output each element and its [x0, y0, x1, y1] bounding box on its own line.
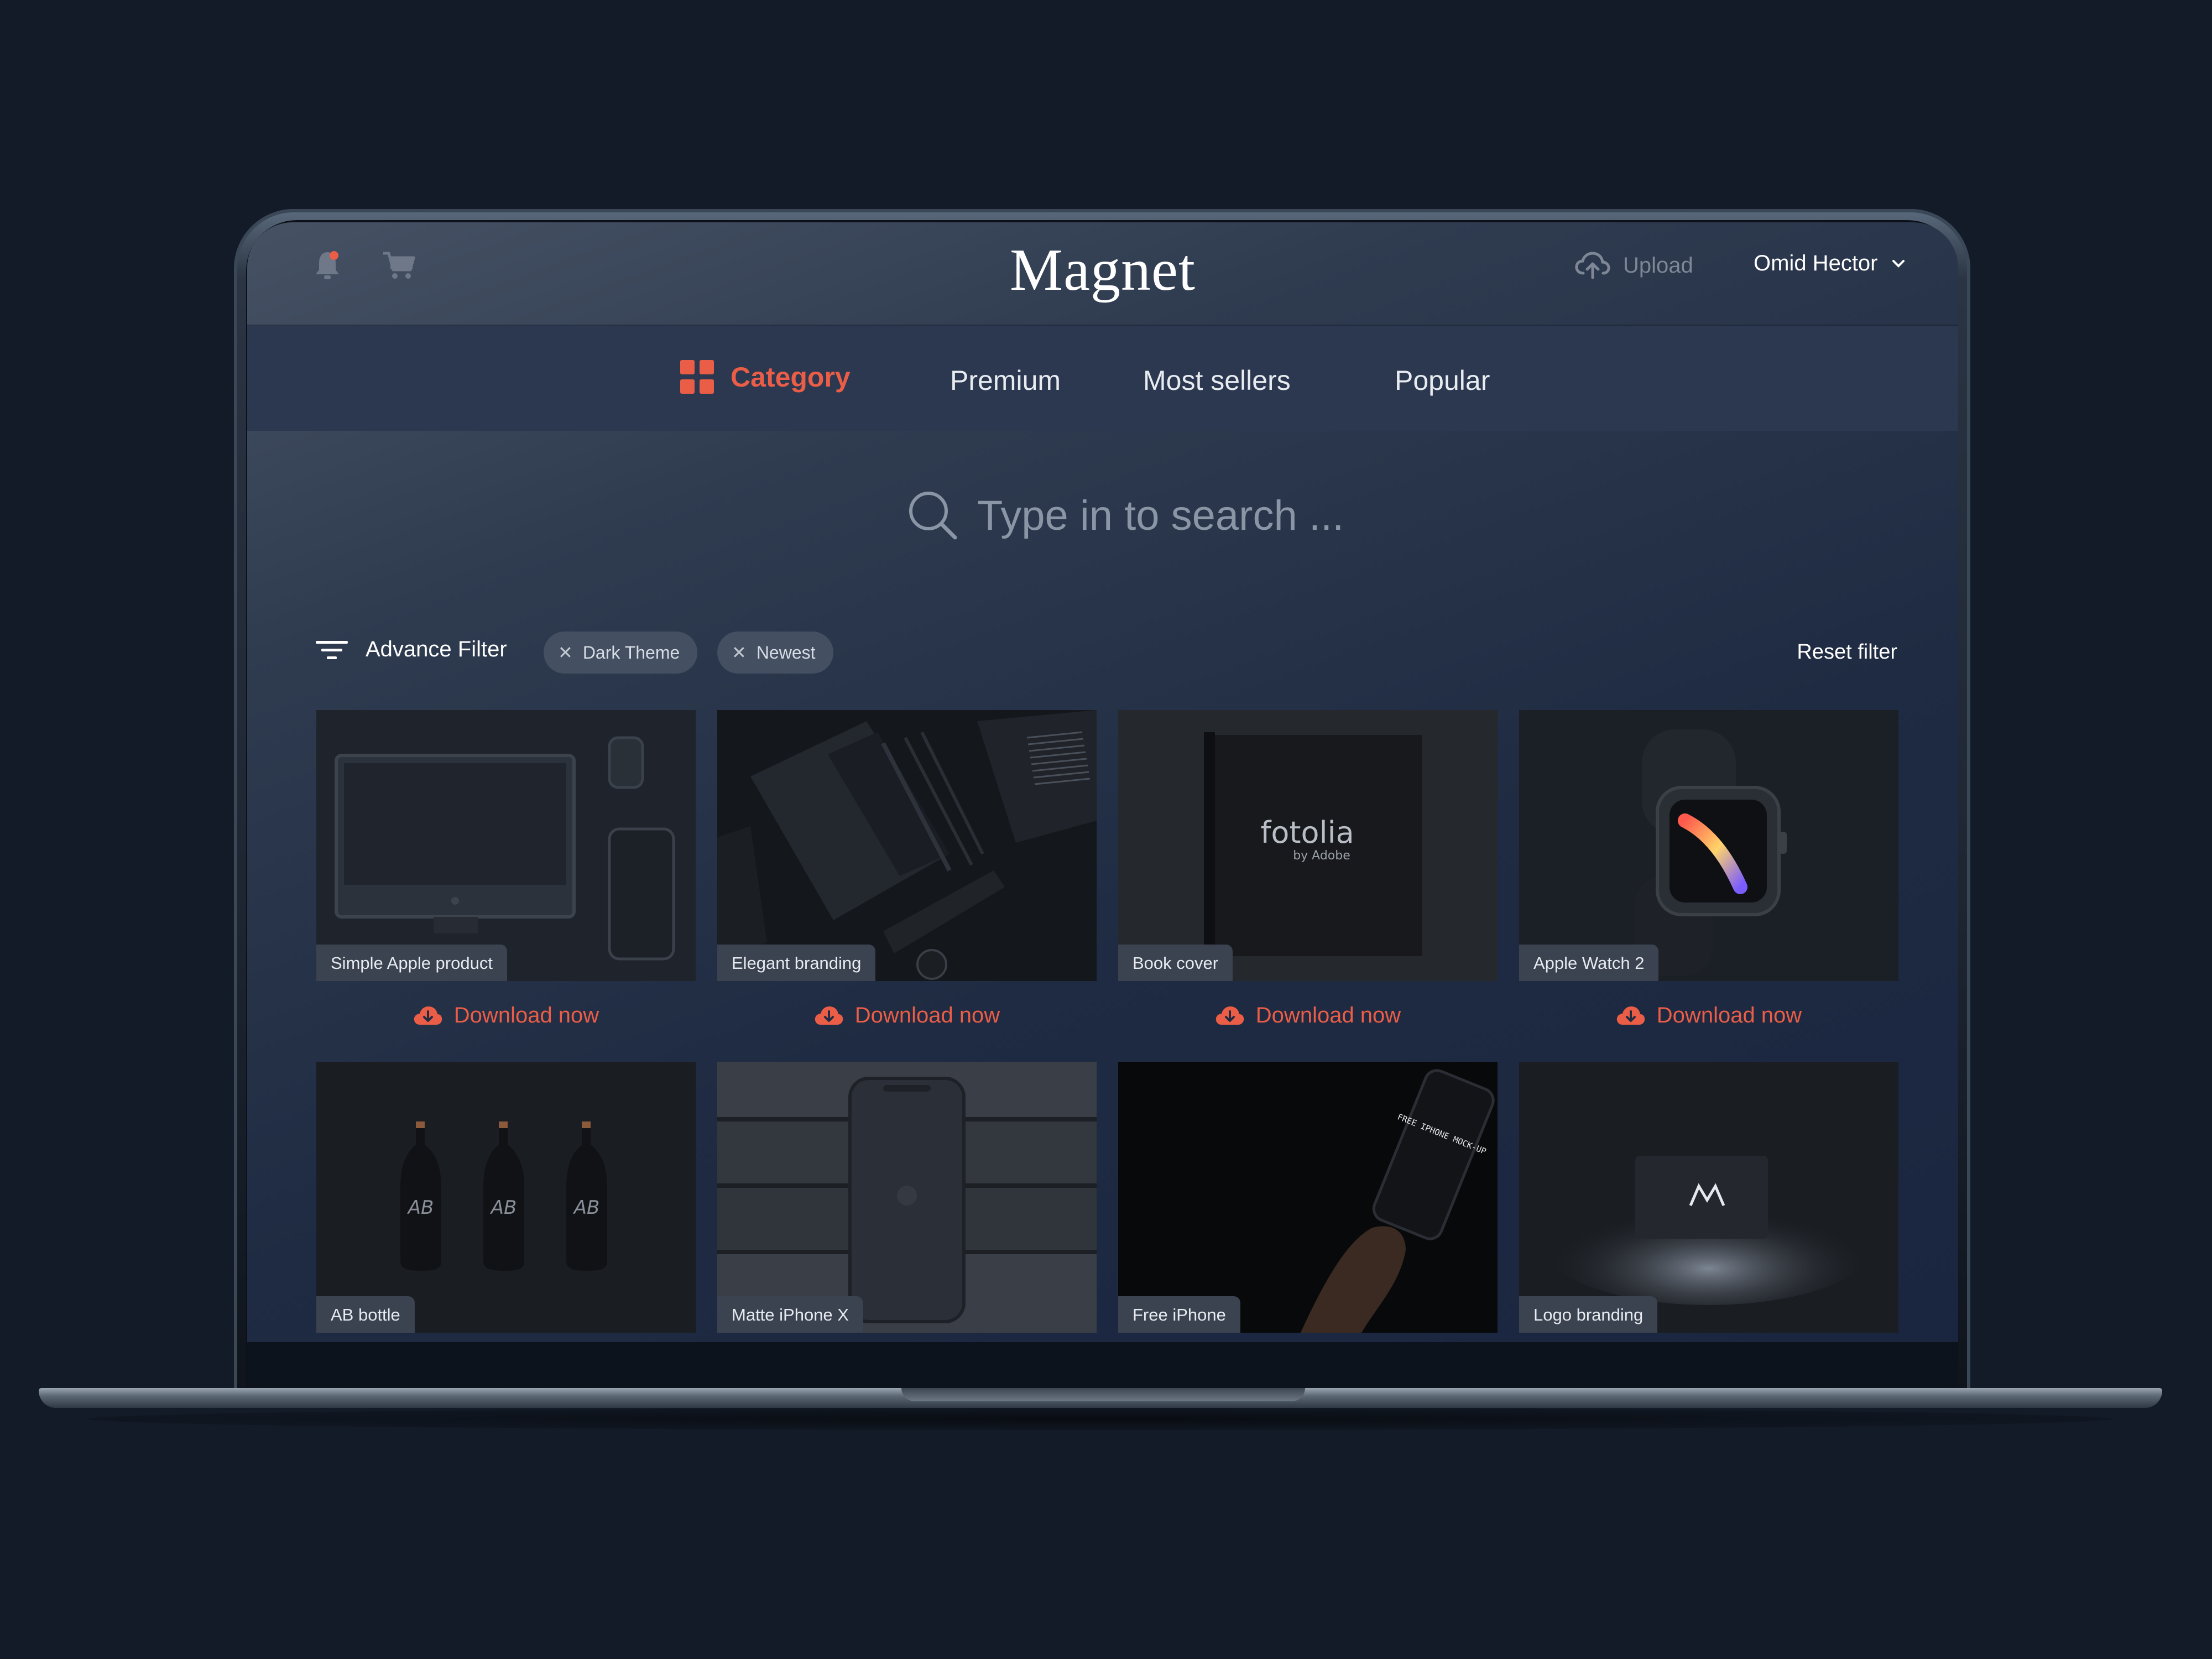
- product-card-book-cover[interactable]: fotolia by Adobe Book cover: [1118, 710, 1498, 981]
- cloud-download-icon: [1616, 1006, 1645, 1025]
- product-card-logo-branding[interactable]: Logo branding: [1519, 1062, 1898, 1333]
- filter-chip-newest[interactable]: ✕ Newest: [717, 632, 833, 674]
- card-label: Book cover: [1118, 945, 1233, 981]
- advance-filter-button[interactable]: Advance Filter: [315, 637, 507, 662]
- card-label: Apple Watch 2: [1519, 945, 1659, 981]
- download-label: Download now: [453, 1003, 599, 1027]
- chip-label: Newest: [756, 642, 816, 662]
- app-screen: Magnet Upload Omid Hector Category Premi…: [247, 222, 1958, 1342]
- product-card-simple-apple[interactable]: Simple Apple product: [316, 710, 696, 981]
- product-thumbnail: AB AB AB: [316, 1062, 696, 1333]
- app-header: Magnet Upload Omid Hector: [247, 222, 1958, 326]
- product-thumbnail: fotolia by Adobe: [1118, 710, 1498, 981]
- upload-button[interactable]: Upload: [1574, 251, 1693, 280]
- search-icon: [909, 492, 957, 540]
- upload-label: Upload: [1623, 253, 1693, 278]
- cloud-download-icon: [815, 1006, 843, 1025]
- filter-chip-dark-theme[interactable]: ✕ Dark Theme: [544, 632, 698, 674]
- product-thumbnail: [316, 710, 696, 981]
- product-card-free-iphone[interactable]: FREE IPHONE MOCK-UP Free iPhone: [1118, 1062, 1498, 1333]
- nav-item-most-sellers[interactable]: Most sellers: [1143, 364, 1291, 397]
- grid-icon: [680, 360, 714, 394]
- nav-item-category[interactable]: Category: [680, 360, 851, 394]
- download-label: Download now: [1656, 1003, 1802, 1027]
- search-bar[interactable]: Type in to search ...: [905, 488, 1344, 543]
- nav-item-label: Category: [731, 361, 851, 393]
- card-label: Elegant branding: [717, 945, 876, 981]
- product-thumbnail: [717, 1062, 1097, 1333]
- product-thumbnail: FREE IPHONE MOCK-UP: [1118, 1062, 1498, 1333]
- product-card-apple-watch[interactable]: Apple Watch 2: [1519, 710, 1898, 981]
- cloud-download-icon: [1215, 1006, 1244, 1025]
- nav-item-popular[interactable]: Popular: [1395, 364, 1490, 397]
- search-input[interactable]: Type in to search ...: [977, 492, 1344, 540]
- download-button-apple-watch[interactable]: Download now: [1519, 1003, 1898, 1028]
- download-label: Download now: [1255, 1003, 1401, 1027]
- product-card-elegant-branding[interactable]: Elegant branding: [717, 710, 1097, 981]
- nav-item-premium[interactable]: Premium: [950, 364, 1061, 397]
- product-card-matte-iphone[interactable]: Matte iPhone X: [717, 1062, 1097, 1333]
- cloud-download-icon: [414, 1006, 442, 1025]
- download-button-book-cover[interactable]: Download now: [1118, 1003, 1498, 1028]
- card-label: Logo branding: [1519, 1296, 1658, 1333]
- cloud-upload-icon: [1575, 252, 1610, 279]
- ab-logo-text: AB: [573, 1197, 600, 1219]
- chevron-down-icon: [1892, 259, 1905, 268]
- ab-logo-text: AB: [490, 1197, 517, 1219]
- laptop-notch: [901, 1388, 1305, 1401]
- user-name: Omid Hector: [1754, 251, 1878, 275]
- download-label: Download now: [854, 1003, 1000, 1027]
- ab-logo-text: AB: [407, 1197, 434, 1219]
- card-label: Free iPhone: [1118, 1296, 1240, 1333]
- product-thumbnail: [717, 710, 1097, 981]
- product-card-ab-bottle[interactable]: AB AB AB AB bottle: [316, 1062, 696, 1333]
- fotolia-text: fotolia: [1260, 815, 1354, 850]
- card-label: Matte iPhone X: [717, 1296, 863, 1333]
- product-thumbnail: [1519, 710, 1898, 981]
- filter-bar: Advance Filter ✕ Dark Theme ✕ Newest Res…: [247, 632, 1958, 676]
- app-logo[interactable]: Magnet: [247, 236, 1958, 305]
- close-icon[interactable]: ✕: [732, 642, 747, 663]
- filter-icon: [316, 640, 348, 659]
- download-button-simple-apple[interactable]: Download now: [316, 1003, 696, 1028]
- close-icon[interactable]: ✕: [558, 642, 573, 663]
- download-button-elegant-branding[interactable]: Download now: [717, 1003, 1097, 1028]
- user-menu[interactable]: Omid Hector: [1754, 251, 1906, 276]
- product-thumbnail: [1519, 1062, 1898, 1333]
- chip-label: Dark Theme: [582, 642, 680, 662]
- card-label: Simple Apple product: [316, 945, 507, 981]
- by-adobe-text: by Adobe: [1293, 849, 1350, 863]
- reset-filter-button[interactable]: Reset filter: [1797, 640, 1897, 664]
- card-label: AB bottle: [316, 1296, 415, 1333]
- laptop-shadow: [88, 1408, 2112, 1430]
- category-nav: Category Premium Most sellers Popular: [247, 326, 1958, 431]
- advance-filter-label: Advance Filter: [366, 637, 507, 661]
